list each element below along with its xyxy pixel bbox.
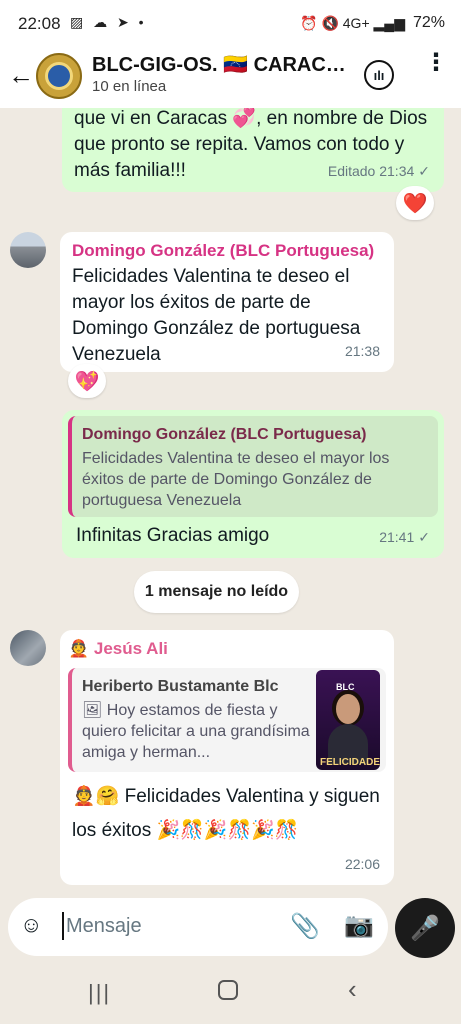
message-time: 22:06 (344, 856, 380, 872)
message-meta: Editado 21:34 ✓ (328, 158, 430, 184)
thumbnail-caption: FELICIDADES (320, 757, 380, 768)
reaction-heart[interactable]: ❤️ (396, 186, 434, 220)
quoted-message[interactable]: Heriberto Bustamante Blc 🖼 Hoy estamos d… (68, 668, 386, 772)
status-bar: 22:08 ▨ ☁ ➤ • ⏰ 🔇 4G+ ▂▄▆ 72% (0, 0, 461, 48)
message-input[interactable]: Mensaje (66, 915, 142, 938)
sticker-icon[interactable]: ☺ (20, 912, 42, 938)
quoted-text: Felicidades Valentina te deseo el mayor … (82, 450, 390, 509)
sender-name[interactable]: 👲 Jesús Ali (68, 636, 386, 662)
avatar[interactable] (10, 630, 46, 666)
status-left-icons: ▨ ☁ ➤ • (70, 14, 147, 30)
message-incoming-reply[interactable]: 👲 Jesús Ali Heriberto Bustamante Blc 🖼 H… (60, 630, 394, 885)
nav-back-icon[interactable]: ‹ (348, 974, 357, 1005)
unread-divider: 1 mensaje no leído (134, 571, 299, 613)
reaction-sparkling-heart[interactable]: 💖 (68, 364, 106, 398)
message-time: 21:41 (379, 529, 415, 545)
voice-chat-icon[interactable]: ılı (364, 60, 394, 90)
attach-icon[interactable]: 📎 (290, 912, 320, 941)
status-signal-icons: ⏰ 🔇 4G+ ▂▄▆ (300, 14, 405, 31)
mic-button[interactable]: 🎤 (395, 898, 455, 958)
group-avatar[interactable] (36, 53, 82, 99)
message-list[interactable]: que vi en Caracas 💞, en nombre de Dios q… (0, 108, 461, 888)
status-time: 22:08 (18, 14, 61, 33)
message-meta: 21:41 ✓ (379, 524, 430, 550)
message-time: 21:38 (344, 343, 380, 359)
group-title[interactable]: BLC-GIG-OS. 🇻🇪 CARACA... (92, 52, 352, 77)
message-time: Editado 21:34 (327, 163, 415, 179)
avatar[interactable] (10, 232, 46, 268)
quoted-message[interactable]: Domingo González (BLC Portuguesa) Felici… (68, 416, 438, 517)
sender-name[interactable]: Domingo González (BLC Portuguesa) (72, 238, 382, 264)
quoted-image-thumbnail[interactable]: BLC FELICIDADES (316, 670, 380, 770)
message-outgoing[interactable]: que vi en Caracas 💞, en nombre de Dios q… (62, 108, 444, 192)
more-options-icon[interactable]: ⋮ (424, 51, 448, 75)
chat-header: ← BLC-GIG-OS. 🇻🇪 CARACA... 10 en línea ı… (0, 48, 461, 108)
text-caret (62, 912, 64, 940)
group-logo-icon (45, 62, 73, 90)
sent-check-icon: ✓ (418, 529, 430, 545)
camera-icon[interactable]: 📷 (344, 911, 374, 940)
mic-icon: 🎤 (410, 914, 440, 942)
back-arrow-icon[interactable]: ← (8, 60, 34, 91)
message-text: Felicidades Valentina te deseo el mayor … (72, 266, 361, 365)
recent-apps-icon[interactable]: ||| (88, 980, 111, 1006)
message-text: 👲🤗 Felicidades Valentina y siguen los éx… (72, 786, 380, 841)
sent-check-icon: ✓ (418, 163, 430, 179)
home-icon[interactable] (218, 980, 238, 1000)
system-nav-bar: ||| ‹ (0, 964, 461, 1024)
message-outgoing-reply[interactable]: Domingo González (BLC Portuguesa) Felici… (62, 410, 444, 558)
online-count: 10 en línea (92, 78, 167, 95)
quoted-text: 🖼 Hoy estamos de fiesta y quiero felicit… (82, 702, 310, 761)
status-right-icons: ⏰ 🔇 4G+ ▂▄▆ 72% (300, 14, 445, 32)
message-composer[interactable]: ☺ Mensaje 📎 📷 (8, 898, 388, 956)
battery-level: 72% (412, 14, 445, 31)
thumbnail-face (336, 694, 360, 724)
message-incoming[interactable]: Domingo González (BLC Portuguesa) Felici… (60, 232, 394, 372)
quoted-sender: Domingo González (BLC Portuguesa) (82, 426, 367, 443)
